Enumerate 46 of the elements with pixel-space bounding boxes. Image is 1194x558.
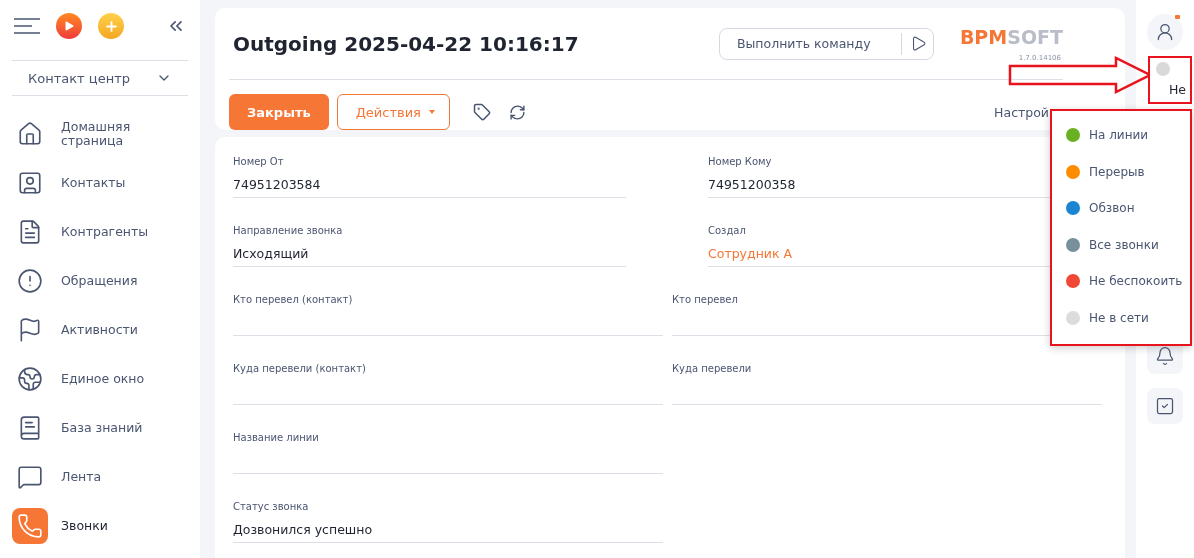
- input-field[interactable]: Исходящий: [233, 241, 626, 267]
- user-icon: [1155, 22, 1175, 42]
- nav-label[interactable]: Домашняя страница: [61, 119, 161, 148]
- field-label: Номер Кому: [708, 156, 773, 169]
- input-field[interactable]: 74951203584: [233, 172, 626, 198]
- command-field[interactable]: Выполнить команду: [718, 27, 934, 60]
- phone-icon[interactable]: [12, 507, 48, 544]
- status-option[interactable]: На линии: [1066, 117, 1190, 154]
- status-indicator[interactable]: Не: [1148, 56, 1192, 104]
- field-value: Дозвонился успешно: [233, 522, 373, 537]
- status-option[interactable]: Все звонки: [1066, 226, 1190, 263]
- input-field[interactable]: Дозвонился успешно: [233, 517, 663, 543]
- field-label: Создал: [708, 225, 747, 238]
- nav-label[interactable]: Активности: [61, 322, 161, 337]
- field-label: Направление звонка: [233, 225, 344, 238]
- nav-label[interactable]: Звонки: [61, 518, 161, 533]
- status-option[interactable]: Не в сети: [1066, 299, 1190, 336]
- play-icon[interactable]: [56, 13, 82, 39]
- field-label: Куда перевели: [672, 363, 753, 376]
- field-label: Статус звонка: [233, 501, 310, 514]
- page-title: Outgoing 2025-04-22 10:16:17: [233, 31, 580, 56]
- nav-label[interactable]: Единое окно: [61, 371, 161, 386]
- field-value: Исходящий: [233, 246, 309, 261]
- nav-label[interactable]: База знаний: [61, 420, 161, 435]
- field-label: Кто перевел: [672, 294, 739, 307]
- caret-icon: [428, 110, 435, 114]
- field-label: Номер От: [233, 156, 285, 169]
- checkbox-icon[interactable]: [1147, 388, 1183, 424]
- nav-label[interactable]: Обращения: [61, 273, 161, 288]
- logo: BPMSOFT: [959, 25, 1063, 48]
- nav-label[interactable]: Лента: [61, 469, 161, 484]
- settings-link[interactable]: Настрой: [994, 104, 1049, 120]
- field-value: 74951200358: [708, 177, 796, 192]
- field-label: Куда перевели (контакт): [233, 363, 367, 376]
- field-label: Название линии: [233, 432, 320, 445]
- field-label: Кто перевел (контакт): [233, 294, 354, 307]
- avatar-button[interactable]: [1147, 14, 1183, 50]
- status-option[interactable]: Не беспокоить: [1066, 263, 1190, 300]
- status-option[interactable]: Обзвон: [1066, 190, 1190, 227]
- notification-badge: [1175, 15, 1180, 19]
- nav-label[interactable]: Контрагенты: [61, 224, 161, 239]
- status-option[interactable]: Перерыв: [1066, 153, 1190, 190]
- nav-label[interactable]: Контакты: [61, 175, 161, 190]
- field-value: 74951203584: [233, 177, 321, 192]
- menu-icon[interactable]: [14, 18, 40, 34]
- workplace-select[interactable]: Контакт центр: [12, 60, 188, 96]
